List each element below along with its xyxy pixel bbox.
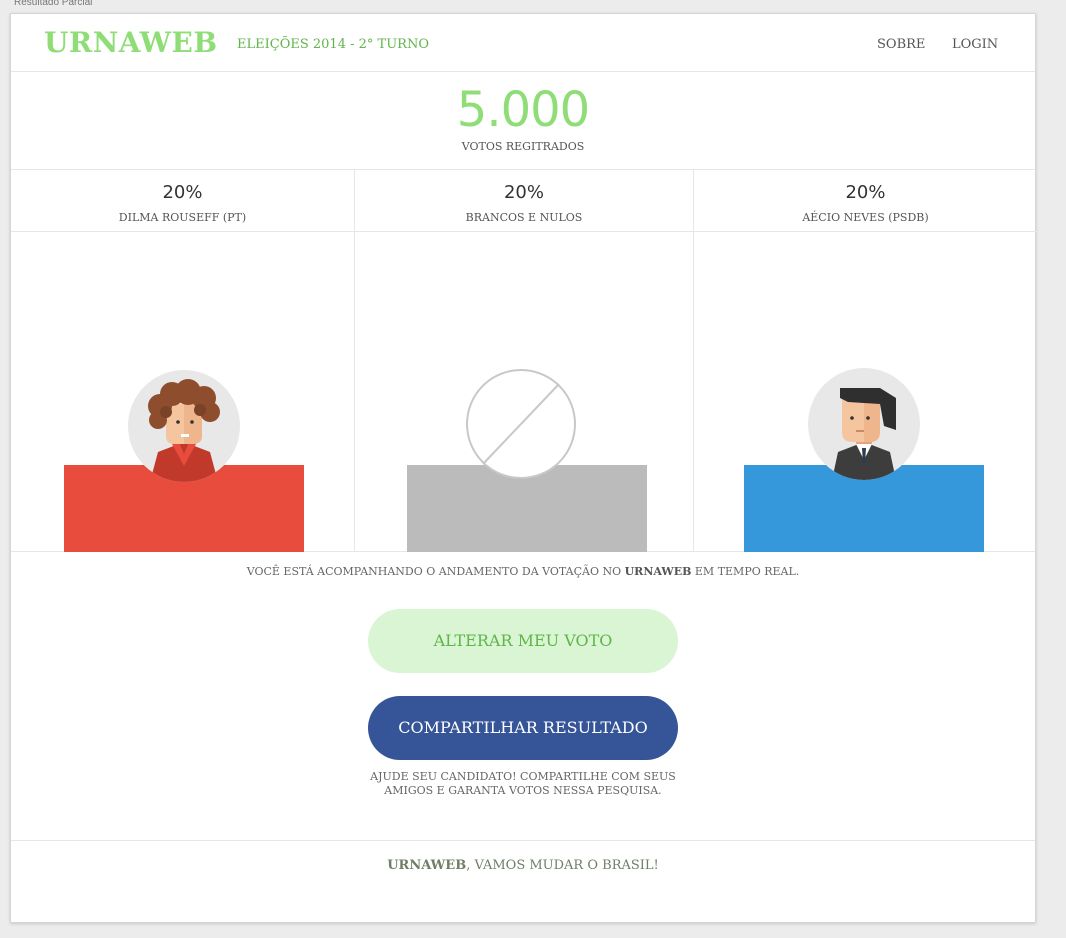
share-result-button[interactable]: COMPARTILHAR RESULTADO xyxy=(368,696,678,760)
candidate-header: 20% AÉCIO NEVES (PSDB) xyxy=(694,170,1037,232)
total-votes-label: VOTOS REGITRADOS xyxy=(461,140,585,153)
results-card: URNAWEB ELEIÇÕES 2014 - 2° TURNO SOBRE L… xyxy=(10,13,1037,924)
candidate-column-null: 20% BRANCOS E NULOS xyxy=(355,170,694,552)
info-after: EM TEMPO REAL. xyxy=(691,565,800,578)
info-brand: URNAWEB xyxy=(624,565,692,578)
footer-brand: URNAWEB xyxy=(387,858,467,873)
nav-login[interactable]: LOGIN xyxy=(952,37,998,52)
candidate-percent: 20% xyxy=(503,182,544,203)
window-title: Resultado Parcial xyxy=(14,0,93,8)
header: URNAWEB ELEIÇÕES 2014 - 2° TURNO SOBRE L… xyxy=(11,14,1035,72)
candidate-percent: 20% xyxy=(162,182,203,203)
candidate-column-dilma: 20% DILMA ROUSEFF (PT) xyxy=(11,170,355,552)
aecio-avatar-icon xyxy=(808,368,920,480)
share-help-text: AJUDE SEU CANDIDATO! COMPARTILHE COM SEU… xyxy=(11,770,1035,798)
candidate-percent: 20% xyxy=(845,182,886,203)
help-line-2: AMIGOS E GARANTA VOTOS NESSA PESQUISA. xyxy=(384,784,662,797)
candidate-name: AÉCIO NEVES (PSDB) xyxy=(802,211,929,224)
null-vote-icon xyxy=(466,369,576,479)
dilma-avatar-icon xyxy=(128,370,240,482)
nav-sobre[interactable]: SOBRE xyxy=(877,37,925,52)
total-votes: 5.000 VOTOS REGITRADOS xyxy=(11,72,1035,170)
footer-slogan: , VAMOS MUDAR O BRASIL! xyxy=(466,858,659,873)
candidate-name: BRANCOS E NULOS xyxy=(465,211,583,224)
help-line-1: AJUDE SEU CANDIDATO! COMPARTILHE COM SEU… xyxy=(370,770,676,783)
total-votes-value: 5.000 xyxy=(456,82,590,138)
candidate-column-aecio: 20% AÉCIO NEVES (PSDB) xyxy=(694,170,1037,552)
realtime-info: VOCÊ ESTÁ ACOMPANHANDO O ANDAMENTO DA VO… xyxy=(11,565,1035,578)
footer-text: URNAWEB, VAMOS MUDAR O BRASIL! xyxy=(11,858,1035,873)
logo[interactable]: URNAWEB xyxy=(44,26,218,59)
election-subtitle: ELEIÇÕES 2014 - 2° TURNO xyxy=(237,37,429,52)
candidate-name: DILMA ROUSEFF (PT) xyxy=(118,211,247,224)
candidates-section: 20% DILMA ROUSEFF (PT) 20% BRANCOS E NUL… xyxy=(11,170,1037,552)
candidate-header: 20% BRANCOS E NULOS xyxy=(355,170,693,232)
footer: URNAWEB, VAMOS MUDAR O BRASIL! xyxy=(11,840,1035,924)
candidate-header: 20% DILMA ROUSEFF (PT) xyxy=(11,170,354,232)
info-before: VOCÊ ESTÁ ACOMPANHANDO O ANDAMENTO DA VO… xyxy=(246,565,625,578)
change-vote-button[interactable]: ALTERAR MEU VOTO xyxy=(368,609,678,673)
